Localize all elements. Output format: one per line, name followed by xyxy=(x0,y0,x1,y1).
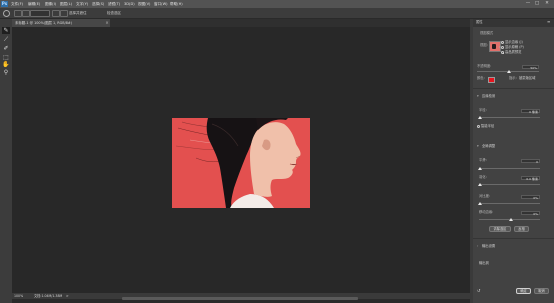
contrast-field[interactable]: 0% xyxy=(521,195,540,200)
brush-tool-icon[interactable]: ✐ xyxy=(2,45,10,52)
properties-panel-header xyxy=(473,19,554,27)
photoshop-logo: Ps xyxy=(1,1,8,7)
hand-tool-icon[interactable]: ✋ xyxy=(2,61,10,68)
opacity-label: 不透明度: xyxy=(477,64,492,68)
check-selection-button[interactable]: 检查选区 xyxy=(107,10,121,16)
size-field[interactable] xyxy=(30,10,50,17)
quick-selection-tool-icon[interactable]: ✎ xyxy=(2,27,10,34)
menu-edit[interactable]: 编辑(E) xyxy=(28,1,40,7)
refine-edge-brush-icon[interactable]: ⟋ xyxy=(2,36,10,43)
document-info: 文档:1.04M/1.38M xyxy=(34,294,63,298)
lasso-tool-icon[interactable]: ⬚ xyxy=(2,54,10,61)
view-label: 视图: xyxy=(480,43,488,47)
minimize-icon[interactable]: — xyxy=(525,1,531,7)
horizontal-scrollbar[interactable] xyxy=(122,297,358,300)
indicate-dropdown[interactable]: 被蒙版区域 xyxy=(519,76,535,81)
panel-title: 属性 xyxy=(476,20,483,24)
show-original-checkbox[interactable] xyxy=(501,46,504,49)
smooth-label: 平滑: xyxy=(479,158,487,162)
menu-3d[interactable]: 3D(D) xyxy=(124,1,135,7)
menu-window[interactable]: 窗口(W) xyxy=(154,1,168,7)
brush-size-icon[interactable] xyxy=(22,10,30,17)
menu-file[interactable]: 文件(F) xyxy=(11,1,23,7)
opacity-field[interactable]: 50% xyxy=(522,65,539,70)
tool-preset-icon[interactable] xyxy=(3,10,10,17)
options-bar: 选择并遮住 检查选区 xyxy=(0,8,554,19)
close-tab-icon[interactable]: × xyxy=(104,19,110,27)
shift-edge-field[interactable]: 0% xyxy=(521,211,540,216)
edge-detection-header[interactable]: 边缘检测 xyxy=(482,94,495,99)
color-label: 颜色: xyxy=(477,76,485,80)
zoom-level[interactable]: 100% xyxy=(14,294,23,299)
feather-label: 羽化: xyxy=(479,175,487,179)
radius-label: 半径: xyxy=(479,108,487,112)
indicate-label: 指示: xyxy=(509,76,517,80)
radius-slider-knob[interactable] xyxy=(478,116,482,119)
document-image[interactable] xyxy=(172,118,310,208)
status-arrow-icon[interactable]: > xyxy=(66,294,69,299)
contrast-slider-knob[interactable] xyxy=(478,202,482,205)
output-settings-header[interactable]: 输出设置 xyxy=(482,244,495,249)
smart-radius-label: 智能半径 xyxy=(481,124,495,128)
menu-bar: Ps 文件(F) 编辑(E) 图像(I) 图层(L) 文字(Y) 选择(S) 滤… xyxy=(0,0,554,8)
feather-field[interactable]: 0.0 像素 xyxy=(521,176,540,181)
menu-type[interactable]: 文字(Y) xyxy=(76,1,88,7)
section-divider xyxy=(473,88,554,89)
section-divider xyxy=(473,238,554,239)
radius-field[interactable]: 0 像素 xyxy=(521,109,540,114)
high-quality-label: 高品质预览 xyxy=(505,50,522,54)
invert-button[interactable]: 反相 xyxy=(514,226,529,232)
reset-icon[interactable]: ↺ xyxy=(477,288,480,293)
edge-detection-chevron-icon[interactable]: ▾ xyxy=(477,94,479,99)
close-window-icon[interactable]: ✕ xyxy=(544,1,550,7)
select-and-mask-button[interactable]: 选择并遮住 xyxy=(69,10,87,16)
menu-help[interactable]: 帮助(H) xyxy=(170,1,183,7)
menu-select[interactable]: 选择(S) xyxy=(92,1,104,7)
maximize-icon[interactable]: □ xyxy=(534,1,540,7)
cancel-button[interactable]: 取消 xyxy=(534,288,549,294)
global-refine-chevron-icon[interactable]: ▾ xyxy=(477,144,479,149)
feather-slider[interactable] xyxy=(479,184,540,185)
mask-color-swatch[interactable] xyxy=(488,77,495,83)
contrast-label: 对比度: xyxy=(479,194,491,198)
selection-mode-icon[interactable] xyxy=(14,10,22,17)
menu-image[interactable]: 图像(I) xyxy=(45,1,56,7)
feather-slider-knob[interactable] xyxy=(478,183,482,186)
radius-slider[interactable] xyxy=(479,117,540,118)
menu-view[interactable]: 视图(V) xyxy=(138,1,150,7)
contrast-slider[interactable] xyxy=(479,203,540,204)
smooth-slider-knob[interactable] xyxy=(478,167,482,170)
enhance-edge-icon[interactable] xyxy=(60,10,68,17)
global-refine-header[interactable]: 全局调整 xyxy=(482,144,495,149)
smooth-slider[interactable] xyxy=(479,168,540,169)
ok-button[interactable]: 确定 xyxy=(516,288,531,294)
output-settings-chevron-icon[interactable]: › xyxy=(477,244,478,249)
show-edge-checkbox[interactable] xyxy=(501,41,504,44)
shift-edge-slider-knob[interactable] xyxy=(509,218,513,221)
shift-edge-label: 移动边缘: xyxy=(479,210,494,214)
sample-all-layers-icon[interactable] xyxy=(52,10,60,17)
document-tab[interactable]: 未标题-1 @ 100%(图层 1, RGB/8#) xyxy=(12,19,110,27)
smart-radius-checkbox[interactable] xyxy=(477,125,480,128)
smooth-field[interactable]: 0 xyxy=(521,159,540,164)
opacity-slider-knob[interactable] xyxy=(507,70,511,73)
output-to-label: 输出到 xyxy=(479,261,489,265)
view-mode-label: 视图模式 xyxy=(480,31,494,35)
menu-layer[interactable]: 图层(L) xyxy=(60,1,72,7)
panel-menu-icon[interactable]: ≡ xyxy=(547,19,550,24)
clear-selection-button[interactable]: 清除选区 xyxy=(489,226,511,232)
menu-filter[interactable]: 滤镜(T) xyxy=(108,1,120,7)
high-quality-checkbox[interactable] xyxy=(501,51,505,55)
zoom-tool-icon[interactable]: ⚲ xyxy=(2,69,10,76)
